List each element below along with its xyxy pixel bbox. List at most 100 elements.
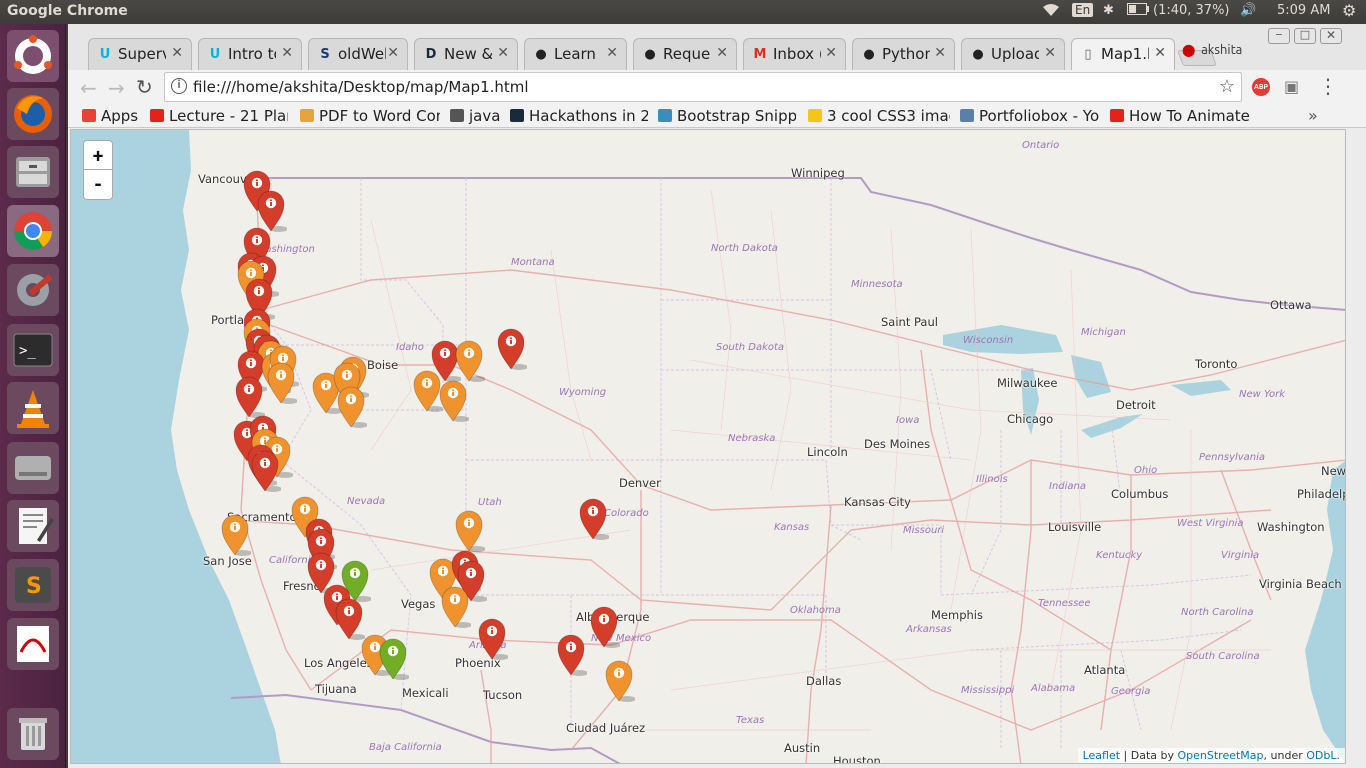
address-bar[interactable]: i file:///home/akshita/Desktop/map/Map1.… [164, 72, 1242, 102]
bluetooth-icon[interactable]: ✱ [1103, 3, 1114, 18]
browser-toolbar: ← → ↻ i file:///home/akshita/Desktop/map… [68, 70, 1366, 106]
map-marker-orange[interactable] [267, 362, 298, 404]
ubuntu-dash-icon[interactable] [7, 30, 59, 82]
chrome-icon[interactable] [7, 205, 59, 257]
tab-label: New & [444, 45, 492, 63]
battery-icon[interactable] [1127, 3, 1149, 19]
leaflet-link[interactable]: Leaflet [1083, 749, 1120, 762]
url-text[interactable]: file:///home/akshita/Desktop/map/Map1.ht… [193, 78, 529, 96]
bookmark-star-icon[interactable]: ☆ [1219, 76, 1235, 97]
settings-gear-icon[interactable]: ⚙ [1342, 1, 1356, 20]
map-marker-orange[interactable] [455, 510, 486, 552]
bookmark-item[interactable]: 3 cool CSS3 imag [808, 107, 950, 125]
maximize-button[interactable]: □ [1294, 28, 1316, 44]
bookmark-favicon-icon [960, 109, 974, 122]
document-viewer-icon[interactable] [7, 618, 59, 670]
map-marker-orange[interactable] [441, 586, 472, 628]
city-label: Toronto [1195, 357, 1238, 371]
menu-icon[interactable]: ⋮ [1318, 74, 1338, 98]
map-marker-green[interactable] [379, 638, 410, 680]
bookmark-item[interactable]: Apps [82, 107, 146, 125]
map-marker-red[interactable] [235, 376, 266, 418]
city-label: Kansas City [844, 495, 911, 509]
keyboard-layout-indicator[interactable]: En [1072, 3, 1094, 17]
trash-icon[interactable] [7, 708, 59, 760]
launcher: >_ S [0, 24, 66, 768]
zoom-in-button[interactable]: + [83, 140, 113, 170]
odbl-link[interactable]: ODbL. [1306, 749, 1340, 762]
tab-3[interactable]: D New & ✕ [414, 38, 518, 70]
tab-5[interactable]: ● Reques ✕ [633, 38, 737, 70]
tab-9[interactable]: ▯ Map1.h ✕ [1071, 38, 1175, 70]
tab-close-icon[interactable]: ✕ [171, 45, 183, 61]
bookmark-item[interactable]: PDF to Word Con [300, 107, 440, 125]
bookmark-item[interactable]: Portfoliobox - Yo [960, 107, 1100, 125]
attribution-text: | Data by [1120, 749, 1178, 762]
tab-6[interactable]: M Inbox (✕ [743, 38, 846, 70]
tab-close-icon[interactable]: ✕ [934, 45, 946, 61]
bookmark-item[interactable]: Lecture - 21 Planr [150, 107, 288, 125]
map-marker-orange[interactable] [439, 380, 470, 422]
zoom-out-button[interactable]: - [83, 170, 113, 200]
bookmark-item[interactable]: Bootstrap Snipp [658, 107, 796, 125]
battery-status[interactable]: (1:40, 37%) [1153, 3, 1230, 18]
leaflet-map[interactable]: Montana North Dakota Minnesota South Dakota… [70, 129, 1346, 764]
tab-1[interactable]: U Intro to ✕ [198, 38, 302, 70]
tab-label: Python [882, 45, 930, 63]
system-settings-icon[interactable] [7, 264, 59, 316]
reload-icon[interactable]: ↻ [136, 75, 153, 99]
map-marker-orange[interactable] [221, 514, 252, 556]
clock[interactable]: 5:09 AM [1277, 3, 1330, 18]
github-icon: ● [644, 47, 656, 62]
tab-close-icon[interactable]: ✕ [497, 45, 509, 61]
bookmark-item[interactable]: How To Animate [1110, 107, 1250, 125]
tab-close-icon[interactable]: ✕ [1044, 45, 1056, 61]
map-marker-red[interactable] [557, 634, 588, 676]
info-icon[interactable]: i [171, 78, 187, 94]
tab-close-icon[interactable]: ✕ [825, 45, 837, 61]
minimize-button[interactable]: – [1268, 28, 1290, 44]
camera-icon[interactable]: ▣ [1284, 77, 1299, 96]
text-editor-icon[interactable] [7, 500, 59, 552]
tab-2[interactable]: SoldWel ✕ [308, 38, 408, 70]
tab-8[interactable]: ● Upload ✕ [961, 38, 1065, 70]
svg-text:S: S [26, 574, 42, 599]
back-icon[interactable]: ← [80, 76, 97, 100]
profile-badge[interactable]: ⬤ akshita [1182, 40, 1262, 57]
openstreetmap-link[interactable]: OpenStreetMap [1178, 749, 1264, 762]
map-marker-red[interactable] [478, 618, 509, 660]
wifi-icon[interactable] [1042, 3, 1060, 21]
terminal-icon[interactable]: >_ [7, 324, 59, 376]
volume-icon[interactable]: 🔊 [1240, 3, 1256, 18]
bookmark-favicon-icon [150, 109, 164, 122]
tab-close-icon[interactable]: ✕ [281, 45, 293, 61]
lake-ontario [1171, 380, 1231, 396]
map-marker-orange[interactable] [337, 386, 368, 428]
tab-close-icon[interactable]: ✕ [716, 45, 728, 61]
firefox-icon[interactable] [7, 88, 59, 140]
map-marker-red[interactable] [257, 190, 288, 232]
map-marker-orange[interactable] [455, 340, 486, 382]
state-label: Utah [478, 497, 502, 508]
tab-close-icon[interactable]: ✕ [606, 45, 618, 61]
tab-close-icon[interactable]: ✕ [387, 45, 399, 61]
tab-7[interactable]: ● Python ✕ [852, 38, 955, 70]
more-bookmarks-icon[interactable]: » [1308, 106, 1318, 125]
vlc-icon[interactable] [7, 382, 59, 434]
disk-icon[interactable] [7, 442, 59, 494]
adblock-icon[interactable]: ABP [1252, 78, 1270, 96]
tab-0[interactable]: U Superv ✕ [88, 38, 192, 70]
map-marker-red[interactable] [579, 498, 610, 540]
map-marker-orange[interactable] [605, 660, 636, 702]
sublime-text-icon[interactable]: S [7, 559, 59, 611]
tab-close-icon[interactable]: ✕ [1154, 45, 1166, 61]
close-window-button[interactable]: ✕ [1320, 28, 1342, 44]
map-marker-red[interactable] [590, 606, 621, 648]
bookmark-item[interactable]: Hackathons in 20 [510, 107, 648, 125]
map-marker-red[interactable] [497, 328, 528, 370]
map-marker-red[interactable] [251, 450, 282, 492]
tab-4[interactable]: ● Learn H✕ [524, 38, 627, 70]
files-icon[interactable] [7, 146, 59, 198]
forward-icon[interactable]: → [108, 76, 125, 100]
bookmark-item[interactable]: java [450, 107, 500, 125]
